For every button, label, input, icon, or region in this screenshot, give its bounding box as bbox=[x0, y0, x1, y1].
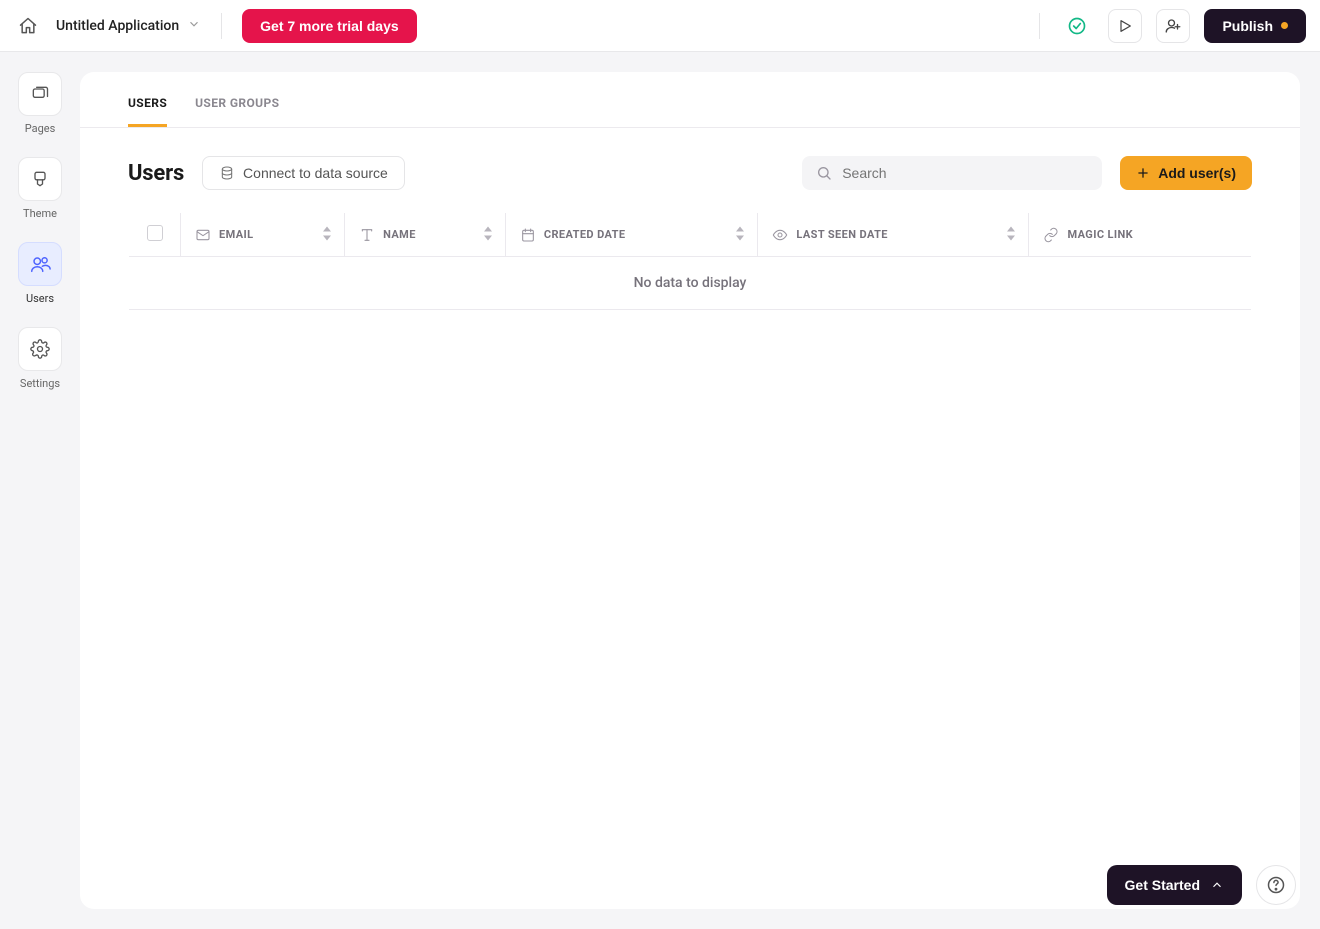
floating-actions: Get Started bbox=[1107, 865, 1296, 905]
column-header-name[interactable]: NAME bbox=[345, 213, 506, 257]
sidebar-item-pages[interactable]: Pages bbox=[18, 72, 62, 135]
search-input[interactable] bbox=[840, 164, 1088, 182]
divider bbox=[1039, 13, 1040, 39]
chevron-up-icon bbox=[1210, 878, 1224, 892]
sidebar-item-label: Users bbox=[26, 292, 54, 305]
checkbox-icon[interactable] bbox=[147, 225, 163, 241]
column-label: CREATED DATE bbox=[544, 228, 626, 241]
pages-icon bbox=[30, 84, 50, 104]
main-panel: USERS USER GROUPS Users Connect to data … bbox=[80, 72, 1300, 909]
search-icon bbox=[816, 165, 832, 181]
column-header-email[interactable]: EMAIL bbox=[181, 213, 345, 257]
column-label: LAST SEEN DATE bbox=[796, 228, 888, 241]
link-icon bbox=[1043, 227, 1059, 243]
divider bbox=[221, 13, 222, 39]
trial-button[interactable]: Get 7 more trial days bbox=[242, 9, 417, 43]
gear-icon bbox=[30, 339, 50, 359]
user-plus-icon bbox=[1164, 17, 1182, 35]
app-title-dropdown[interactable]: Untitled Application bbox=[56, 17, 201, 35]
add-label: Add user(s) bbox=[1158, 165, 1236, 181]
connect-data-source-button[interactable]: Connect to data source bbox=[202, 156, 405, 190]
connect-label: Connect to data source bbox=[243, 165, 388, 181]
status-dot-icon bbox=[1281, 22, 1288, 29]
content-toolbar: Users Connect to data source Add user(s) bbox=[80, 128, 1300, 190]
table-footer-row bbox=[129, 310, 1252, 346]
users-icon bbox=[29, 253, 51, 275]
check-circle-icon bbox=[1067, 16, 1087, 36]
get-started-label: Get Started bbox=[1125, 877, 1200, 893]
tab-user-groups[interactable]: USER GROUPS bbox=[195, 96, 279, 127]
publish-button[interactable]: Publish bbox=[1204, 9, 1306, 43]
column-label: NAME bbox=[383, 228, 416, 241]
play-icon bbox=[1117, 18, 1133, 34]
home-icon bbox=[18, 16, 38, 36]
sidebar: Pages Theme Users Settings bbox=[0, 52, 80, 929]
sidebar-item-label: Pages bbox=[25, 122, 56, 135]
theme-icon bbox=[30, 169, 50, 189]
sort-icon[interactable] bbox=[483, 226, 493, 243]
sync-status-button[interactable] bbox=[1060, 9, 1094, 43]
app-title: Untitled Application bbox=[56, 18, 179, 34]
text-icon bbox=[359, 227, 375, 243]
column-header-last-seen-date[interactable]: LAST SEEN DATE bbox=[758, 213, 1029, 257]
help-icon bbox=[1266, 875, 1286, 895]
invite-user-button[interactable] bbox=[1156, 9, 1190, 43]
sort-icon[interactable] bbox=[1006, 226, 1016, 243]
column-label: MAGIC LINK bbox=[1067, 228, 1133, 241]
users-table: EMAIL NAME bbox=[128, 212, 1252, 346]
sidebar-item-users[interactable]: Users bbox=[18, 242, 62, 305]
add-users-button[interactable]: Add user(s) bbox=[1120, 156, 1252, 190]
column-select-all[interactable] bbox=[129, 213, 181, 257]
page-title: Users bbox=[128, 161, 184, 186]
column-header-magic-link[interactable]: MAGIC LINK bbox=[1029, 213, 1252, 257]
database-icon bbox=[219, 165, 235, 181]
email-icon bbox=[195, 227, 211, 243]
empty-text: No data to display bbox=[129, 257, 1252, 310]
chevron-down-icon bbox=[187, 17, 201, 35]
sidebar-item-theme[interactable]: Theme bbox=[18, 157, 62, 220]
get-started-button[interactable]: Get Started bbox=[1107, 865, 1242, 905]
help-button[interactable] bbox=[1256, 865, 1296, 905]
home-button[interactable] bbox=[14, 12, 42, 40]
eye-icon bbox=[772, 227, 788, 243]
table-empty-row: No data to display bbox=[129, 257, 1252, 310]
column-label: EMAIL bbox=[219, 228, 253, 241]
calendar-icon bbox=[520, 227, 536, 243]
tab-bar: USERS USER GROUPS bbox=[80, 72, 1300, 128]
topbar: Untitled Application Get 7 more trial da… bbox=[0, 0, 1320, 52]
search-field[interactable] bbox=[802, 156, 1102, 190]
plus-icon bbox=[1136, 166, 1150, 180]
sidebar-item-label: Theme bbox=[23, 207, 57, 220]
column-header-created-date[interactable]: CREATED DATE bbox=[505, 213, 758, 257]
tab-users[interactable]: USERS bbox=[128, 96, 167, 127]
sort-icon[interactable] bbox=[735, 226, 745, 243]
preview-button[interactable] bbox=[1108, 9, 1142, 43]
publish-label: Publish bbox=[1222, 18, 1273, 34]
sort-icon[interactable] bbox=[322, 226, 332, 243]
sidebar-item-settings[interactable]: Settings bbox=[18, 327, 62, 390]
sidebar-item-label: Settings bbox=[20, 377, 60, 390]
